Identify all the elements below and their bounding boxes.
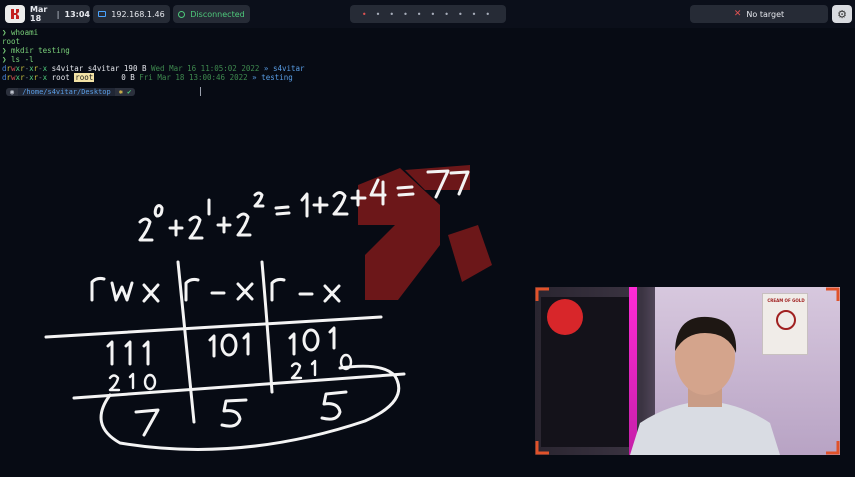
- poster-title: CREAM OF GOLD: [767, 298, 805, 303]
- webcam-overlay: CREAM OF GOLD: [535, 287, 840, 455]
- watermark-logo: [358, 165, 492, 300]
- permission-headers: [90, 276, 341, 303]
- webcam-person: [630, 316, 780, 455]
- octal-results: [134, 390, 348, 437]
- results-divider: [72, 372, 406, 400]
- bit-position-labels: [108, 353, 353, 392]
- binary-values: [106, 326, 336, 366]
- webcam-hacker-avatar: [547, 299, 583, 335]
